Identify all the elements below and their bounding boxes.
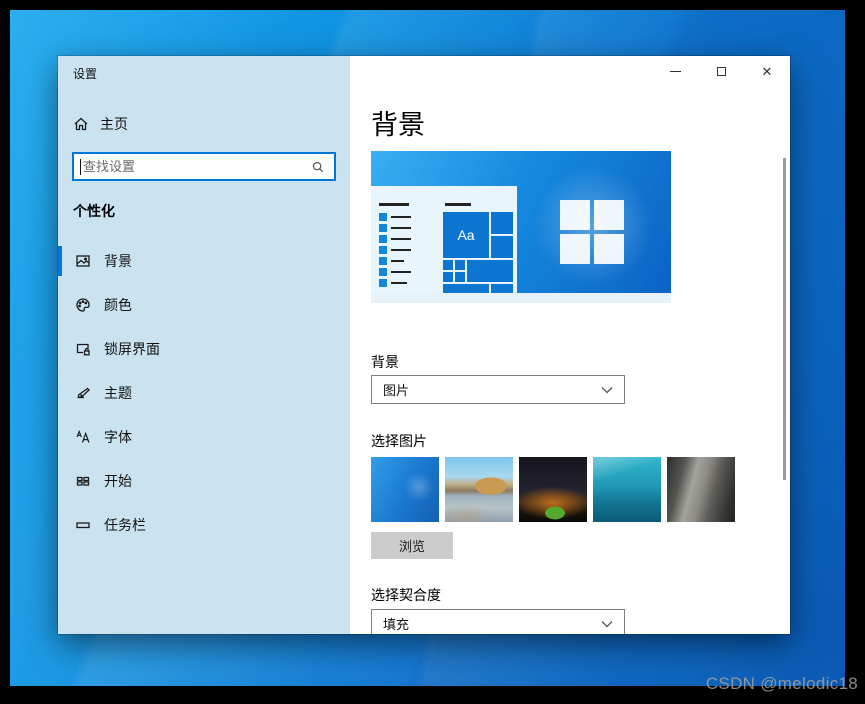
browse-button[interactable]: 浏览 xyxy=(371,532,453,559)
close-icon: ✕ xyxy=(761,63,773,79)
sidebar-item-label: 任务栏 xyxy=(104,517,146,533)
choose-picture-label: 选择图片 xyxy=(371,433,427,449)
wallpaper-thumbnail-underwater[interactable] xyxy=(593,457,661,522)
search-icon[interactable] xyxy=(310,159,326,175)
background-field-label: 背景 xyxy=(371,354,399,370)
wallpaper-thumbnail-windows-default[interactable] xyxy=(371,457,439,522)
chevron-down-icon xyxy=(601,382,613,397)
page-title: 背景 xyxy=(371,110,425,140)
sidebar-item-themes[interactable]: 主题 xyxy=(58,378,350,408)
text-caret xyxy=(80,158,81,175)
theme-icon xyxy=(75,385,91,401)
preview-theme-tile: Aa xyxy=(443,212,489,258)
sidebar-item-taskbar[interactable]: 任务栏 xyxy=(58,510,350,540)
search-input[interactable] xyxy=(83,159,310,174)
preview-app-window: Aa xyxy=(371,186,517,293)
sidebar-nav: 背景 颜色 锁屏界面 主题 字体 开始 任务栏 xyxy=(58,246,350,554)
home-icon xyxy=(73,116,89,132)
settings-window: 设置 主页 个性化 背景 xyxy=(58,56,790,634)
watermark: CSDN @melodic18 xyxy=(705,674,858,693)
background-type-dropdown[interactable]: 图片 xyxy=(371,375,625,404)
taskbar-icon xyxy=(75,517,91,533)
wallpaper-thumbnail-night-camping[interactable] xyxy=(519,457,587,522)
fonts-icon xyxy=(75,429,91,445)
content-scrollbar[interactable] xyxy=(783,158,786,480)
sidebar-item-home[interactable]: 主页 xyxy=(73,113,128,135)
maximize-button[interactable] xyxy=(698,56,744,86)
sidebar-item-label: 开始 xyxy=(104,473,132,489)
preview-taskbar xyxy=(371,293,671,303)
chevron-down-icon xyxy=(601,616,613,631)
background-type-value: 图片 xyxy=(383,383,410,398)
wallpaper-thumbnail-rock-face[interactable] xyxy=(667,457,735,522)
background-preview: Aa xyxy=(371,151,671,303)
settings-search-box[interactable] xyxy=(72,152,336,181)
wallpaper-thumbnail-beach[interactable] xyxy=(445,457,513,522)
minimize-icon xyxy=(669,70,681,72)
settings-sidebar: 设置 主页 个性化 背景 xyxy=(58,56,350,634)
sidebar-item-lockscreen[interactable]: 锁屏界面 xyxy=(58,334,350,364)
image-icon xyxy=(75,253,91,269)
settings-content: ✕ 背景 Aa 背景 图片 选择图片 浏览 选择契合度 填充 xyxy=(350,56,790,634)
choose-fit-label: 选择契合度 xyxy=(371,587,441,603)
fit-dropdown[interactable]: 填充 xyxy=(371,609,625,634)
window-controls: ✕ xyxy=(652,56,790,86)
maximize-icon xyxy=(716,66,726,76)
sidebar-item-colors[interactable]: 颜色 xyxy=(58,290,350,320)
palette-icon xyxy=(75,297,91,313)
sidebar-home-label: 主页 xyxy=(100,116,128,132)
start-icon xyxy=(75,473,91,489)
close-button[interactable]: ✕ xyxy=(744,56,790,86)
sidebar-item-label: 颜色 xyxy=(104,297,132,313)
sidebar-item-background[interactable]: 背景 xyxy=(58,246,350,276)
sidebar-item-label: 字体 xyxy=(104,429,132,445)
lockscreen-icon xyxy=(75,341,91,357)
windows-logo-icon xyxy=(560,200,624,264)
minimize-button[interactable] xyxy=(652,56,698,86)
picture-thumbnails xyxy=(371,457,735,522)
sidebar-item-label: 背景 xyxy=(104,253,132,269)
sidebar-item-label: 锁屏界面 xyxy=(104,341,160,357)
sidebar-item-label: 主题 xyxy=(104,385,132,401)
sidebar-item-fonts[interactable]: 字体 xyxy=(58,422,350,452)
fit-value: 填充 xyxy=(383,617,410,632)
sidebar-section-title: 个性化 xyxy=(73,203,115,219)
window-title: 设置 xyxy=(73,67,98,81)
sidebar-item-start[interactable]: 开始 xyxy=(58,466,350,496)
